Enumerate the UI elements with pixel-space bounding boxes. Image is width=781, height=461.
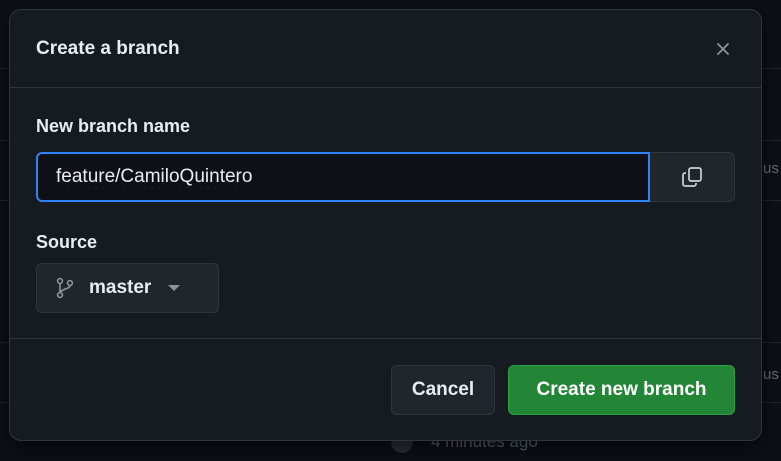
- background-text-fragment: us: [763, 366, 779, 383]
- copy-icon: [682, 167, 702, 187]
- dialog-body: New branch name Source master: [10, 88, 761, 339]
- copy-button[interactable]: [650, 152, 735, 202]
- create-branch-dialog: Create a branch New branch name Source: [9, 9, 762, 441]
- branch-name-row: [36, 152, 735, 202]
- dialog-footer: Cancel Create new branch: [10, 339, 761, 440]
- source-branch-value: master: [89, 277, 152, 298]
- source-branch-select[interactable]: master: [36, 263, 219, 313]
- close-button[interactable]: [709, 35, 737, 63]
- dialog-header: Create a branch: [10, 10, 761, 88]
- branch-name-label: New branch name: [36, 116, 191, 136]
- dialog-title: Create a branch: [36, 37, 180, 59]
- source-label: Source: [36, 232, 98, 252]
- background-text-fragment: us: [763, 160, 779, 177]
- create-branch-button[interactable]: Create new branch: [508, 364, 735, 415]
- cancel-button[interactable]: Cancel: [391, 364, 495, 415]
- close-icon: [717, 43, 729, 55]
- chevron-down-icon: [168, 285, 181, 291]
- git-branch-icon: [55, 277, 75, 299]
- branch-name-input[interactable]: [36, 152, 651, 202]
